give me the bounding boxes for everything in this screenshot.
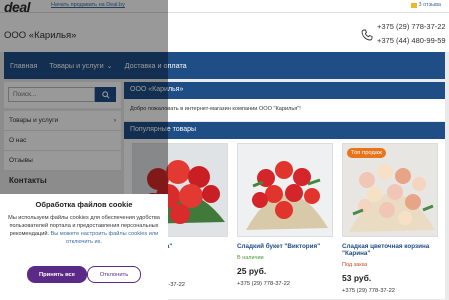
product-image[interactable]: Топ продаж	[342, 143, 438, 237]
popular-heading: Популярные товары	[124, 122, 445, 139]
product-phone[interactable]: +375 (29) 778-37-22	[237, 281, 335, 287]
product-grid: Букет "Ника" +375 (29) 778-37-22 Сладкий…	[124, 139, 445, 299]
product-availability: Под заказ	[342, 262, 368, 268]
product-card[interactable]: Топ продаж Сладкая цветочная корзина "Ка…	[342, 143, 440, 294]
main-content: ООО «Карилья» Добро пожаловать в интерне…	[124, 82, 445, 299]
phone-number-2[interactable]: +375 (44) 480-99-59	[377, 36, 446, 45]
cookie-settings-link[interactable]: Вы можете настроить файлы cookies или от…	[51, 231, 159, 245]
product-card[interactable]: Сладкий букет "Виктория" В наличии 25 ру…	[237, 143, 335, 287]
product-price: 25 руб.	[237, 266, 267, 276]
company-bar: ООО «Карилья»	[124, 82, 445, 99]
product-title[interactable]: Сладкий букет "Виктория"	[237, 243, 335, 250]
welcome-text: Добро пожаловать в интернет-магазин комп…	[124, 99, 445, 121]
top-seller-badge: Топ продаж	[347, 148, 387, 158]
product-price: 53 руб.	[342, 273, 372, 283]
cookie-dialog: Обработка файлов cookie Мы используем фа…	[0, 194, 168, 300]
product-title[interactable]: Сладкая цветочная корзина "Карина"	[342, 243, 440, 257]
cookie-buttons: Принять все Отклонить	[27, 266, 141, 283]
cookie-text: Мы используем файлы cookies для обеспече…	[8, 214, 160, 246]
decline-button[interactable]: Отклонить	[87, 266, 141, 283]
reviews-label: 3 отзыва	[418, 2, 441, 8]
reviews-icon	[410, 2, 417, 8]
product-image[interactable]	[237, 143, 333, 237]
phone-icon	[361, 28, 373, 46]
cookie-title: Обработка файлов cookie	[35, 200, 133, 209]
accept-all-button[interactable]: Принять все	[27, 266, 87, 283]
phone-number-1[interactable]: +375 (29) 778-37-22	[377, 22, 446, 31]
reviews-link[interactable]: 3 отзыва	[410, 2, 441, 8]
product-phone[interactable]: +375 (29) 778-37-22	[342, 288, 440, 294]
product-availability: В наличии	[237, 255, 264, 261]
